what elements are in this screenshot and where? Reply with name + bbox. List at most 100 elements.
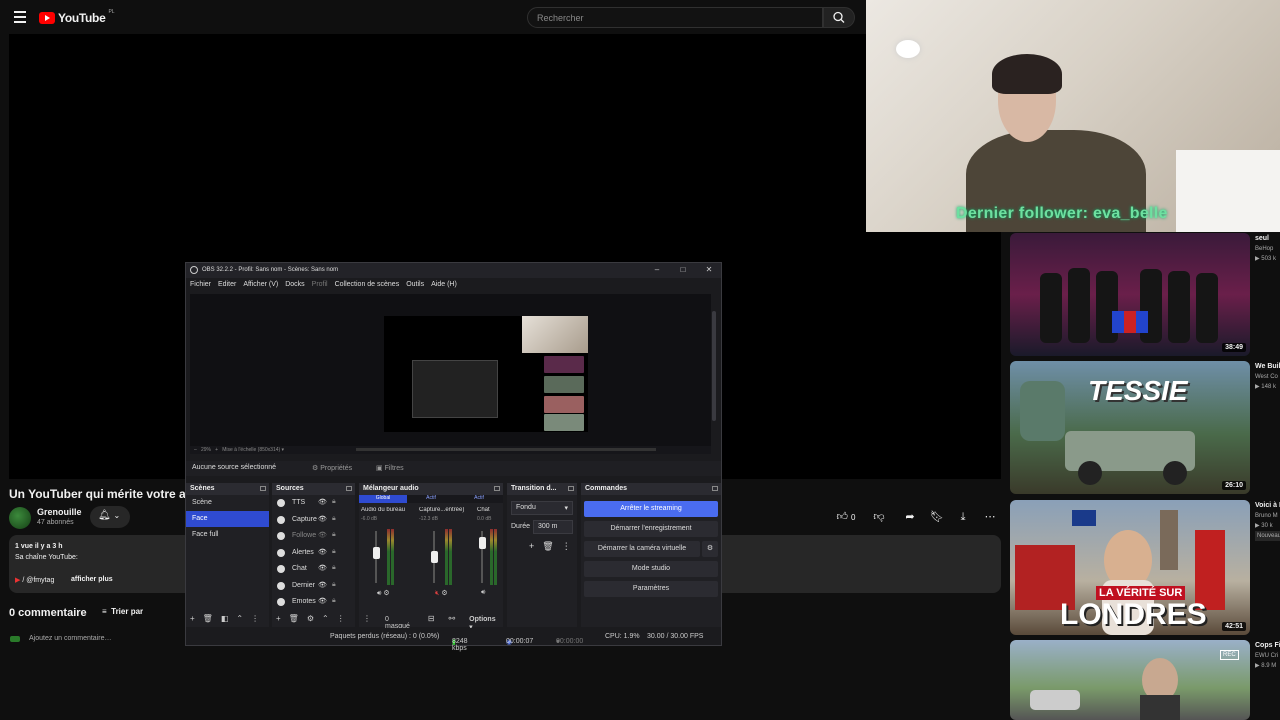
recommendation-info[interactable]: seul BeHop ▶ 503 k — [1255, 234, 1280, 264]
maximize-button[interactable]: □ — [677, 265, 689, 274]
source-item[interactable]: TTS 👁︎ 🔒︎ — [272, 495, 355, 512]
preview-hscrollbar[interactable] — [356, 448, 656, 451]
fader-knob[interactable] — [373, 547, 380, 559]
start-virtual-camera-button[interactable]: Démarrer la caméra virtuelle — [584, 541, 700, 557]
source-item[interactable]: Followe 👁︎ 🔒︎ — [272, 528, 355, 545]
more-icon[interactable]: ⋮ — [337, 614, 345, 626]
notification-bell-button[interactable]: 🔔︎ ⌄ — [90, 506, 130, 528]
settings-icon[interactable]: ⚙ — [307, 614, 314, 626]
minimize-button[interactable]: – — [651, 265, 663, 274]
trash-icon[interactable]: 🗑︎ — [289, 614, 299, 626]
scene-filter-icon[interactable]: ◧ — [221, 614, 229, 626]
lock-icon[interactable]: 🔒︎ — [332, 548, 336, 556]
obs-window[interactable]: OBS 32.2.2 - Profil: Sans nom - Scènes: … — [185, 262, 722, 652]
source-item[interactable]: Dernier 👁︎ 🔒︎ — [272, 578, 355, 595]
lock-icon[interactable]: 🔒︎ — [332, 531, 336, 539]
gear-icon[interactable]: ⚙ — [441, 590, 447, 597]
youtube-logo[interactable]: YouTube PL — [39, 9, 115, 25]
lock-icon[interactable]: 🔒︎ — [332, 498, 336, 506]
menu-profile[interactable]: Profil — [312, 281, 328, 291]
recommendation-thumbnail[interactable]: 38:49 — [1010, 233, 1250, 356]
more-actions-button[interactable]: ⋯ — [977, 506, 1003, 528]
recommendation-info[interactable]: Cops Fi in Mom EWU Cri ▶ 8.9 M — [1255, 641, 1280, 671]
speaker-icon[interactable]: 🔊︎ — [377, 590, 381, 597]
lock-icon[interactable]: 🔒︎ — [332, 564, 336, 572]
muted-speaker-icon[interactable]: 🔇︎ — [435, 590, 439, 597]
lock-icon[interactable]: 🔒︎ — [332, 597, 336, 605]
search-button[interactable] — [823, 7, 855, 28]
add-icon[interactable]: + — [529, 541, 534, 552]
preview-scrollbar[interactable] — [712, 311, 716, 421]
more-icon[interactable]: ⋮ — [363, 614, 371, 626]
scene-item[interactable]: Face full — [186, 527, 269, 543]
dock-popout-icon[interactable] — [494, 486, 500, 491]
start-recording-button[interactable]: Démarrer l'enregistrement — [584, 521, 718, 537]
mixer-tab-global[interactable]: Global — [359, 495, 407, 503]
transition-select[interactable]: Fondu ▾ — [511, 501, 573, 515]
add-icon[interactable]: + — [190, 614, 195, 626]
recommendation-info[interactable]: We Buil Call of West Co ▶ 148 k — [1255, 362, 1280, 392]
hidden-icon[interactable]: 👁︎ — [318, 531, 327, 539]
lock-icon[interactable]: 🔒︎ — [332, 581, 336, 589]
mixer-tab-active[interactable]: Actif — [407, 495, 455, 503]
move-up-icon[interactable]: ⌃ — [236, 614, 243, 626]
trash-icon[interactable]: 🗑︎ — [542, 541, 553, 552]
recommendation-thumbnail[interactable]: TESSIE 26:10 — [1010, 361, 1250, 494]
speaker-icon[interactable]: 🔊︎ — [481, 589, 485, 596]
menu-icon[interactable] — [14, 11, 26, 26]
move-up-icon[interactable]: ⌃ — [322, 614, 329, 626]
channel-name[interactable]: Grenouille — [37, 507, 82, 517]
lock-icon[interactable]: 🔒︎ — [332, 515, 336, 523]
share-button[interactable]: ➦ — [897, 506, 923, 528]
fader-knob[interactable] — [431, 551, 438, 563]
recommendation-info[interactable]: Voici à LOND Bruno M ▶ 30 k Nouveau — [1255, 501, 1280, 541]
visibility-icon[interactable]: 👁︎ — [318, 564, 327, 572]
link-icon[interactable]: ⚯ — [448, 614, 455, 626]
dock-popout-icon[interactable] — [568, 486, 574, 491]
dock-popout-icon[interactable] — [260, 486, 266, 491]
visibility-icon[interactable]: 👁︎ — [318, 548, 327, 556]
channel-avatar[interactable] — [9, 507, 31, 529]
filters-button[interactable]: ▣ Filtres — [374, 461, 406, 476]
sort-button[interactable]: ≡ Trier par — [102, 607, 143, 616]
gear-icon[interactable]: ⚙ — [383, 590, 389, 597]
save-button[interactable]: 🔖︎ — [924, 506, 950, 528]
menu-docks[interactable]: Docks — [285, 281, 304, 291]
dislike-button[interactable]: 👎︎ — [866, 506, 892, 528]
mixer-tab-active[interactable]: Actif — [455, 495, 503, 503]
scene-item-selected[interactable]: Face — [186, 511, 269, 527]
menu-help[interactable]: Aide (H) — [431, 281, 457, 291]
source-item[interactable]: Alertes 👁︎ 🔒︎ — [272, 545, 355, 562]
like-button[interactable]: 👍︎ 0 — [831, 506, 861, 528]
obs-preview[interactable] — [190, 294, 711, 446]
virtual-camera-settings-button[interactable]: ⚙ — [702, 541, 718, 557]
stop-streaming-button[interactable]: Arrêter le streaming — [584, 501, 718, 517]
visibility-icon[interactable]: 👁︎ — [318, 597, 327, 605]
more-icon[interactable]: ⋮ — [562, 541, 571, 552]
obs-titlebar[interactable]: OBS 32.2.2 - Profil: Sans nom - Scènes: … — [186, 263, 721, 278]
source-item[interactable]: Capture 👁︎ 🔒︎ — [272, 512, 355, 529]
menu-edit[interactable]: Editer — [218, 281, 236, 291]
menu-file[interactable]: Fichier — [190, 281, 211, 291]
studio-mode-button[interactable]: Mode studio — [584, 561, 718, 577]
recommendation-thumbnail[interactable]: LA VÉRITÉ SUR LONDRES 42:51 — [1010, 500, 1250, 635]
dock-popout-icon[interactable] — [346, 486, 352, 491]
source-item[interactable]: Emotes 👁︎ 🔒︎ — [272, 594, 355, 611]
add-icon[interactable]: + — [276, 614, 281, 626]
recommendation-thumbnail[interactable]: REC — [1010, 640, 1250, 720]
mixer-layout-icon[interactable]: ⊟ — [428, 614, 435, 626]
fader-knob[interactable] — [479, 537, 486, 549]
download-button[interactable]: ⤓ — [950, 506, 976, 528]
search-input[interactable]: Rechercher — [527, 7, 823, 28]
source-item[interactable]: Chat 👁︎ 🔒︎ — [272, 561, 355, 578]
menu-scene-collection[interactable]: Collection de scènes — [335, 281, 400, 291]
close-button[interactable]: ✕ — [703, 265, 715, 274]
trash-icon[interactable]: 🗑︎ — [203, 614, 213, 626]
more-icon[interactable]: ⋮ — [251, 614, 259, 626]
visibility-icon[interactable]: 👁︎ — [318, 515, 327, 523]
dock-popout-icon[interactable] — [712, 486, 718, 491]
show-more-button[interactable]: afficher plus — [71, 576, 113, 583]
properties-button[interactable]: ⚙ Propriétés — [310, 461, 354, 476]
add-comment-input[interactable]: Ajoutez un commentaire… — [29, 635, 111, 642]
options-button[interactable]: Options ▾ — [469, 614, 499, 631]
